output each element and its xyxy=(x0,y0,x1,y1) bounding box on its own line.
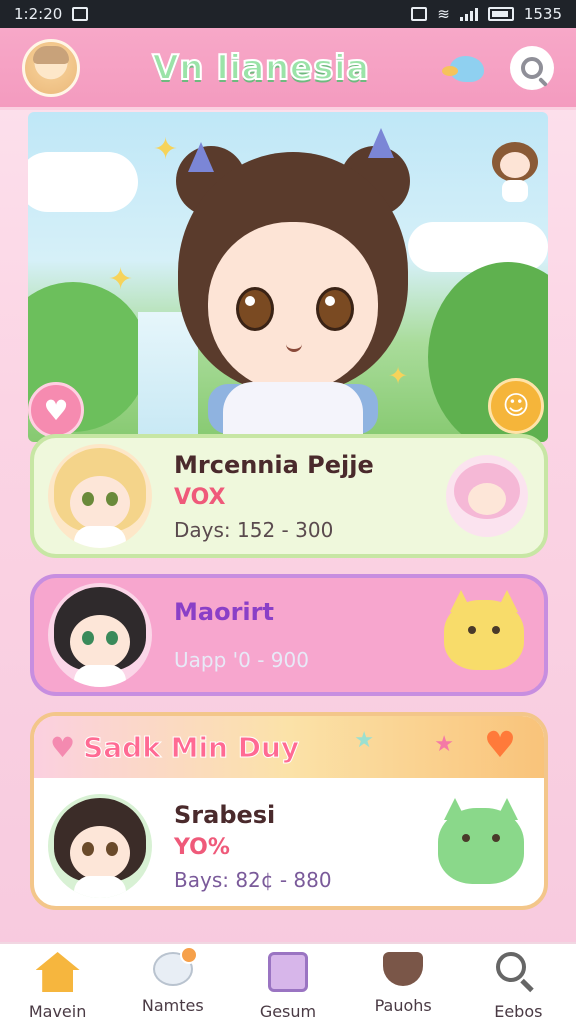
character-tag: VOX xyxy=(174,484,226,510)
yellow-cat-icon xyxy=(444,590,524,670)
heart-icon: ♥ xyxy=(483,725,517,766)
status-bar: 1:2:20 ≋ 1535 xyxy=(0,0,576,28)
featured-card[interactable]: ♥ Sadk Min Duy ★ ★ ♥ Srabesi YO% Bays: 8… xyxy=(30,712,548,910)
heart-icon: ♥ xyxy=(50,730,76,764)
profile-avatar[interactable] xyxy=(22,38,80,97)
notification-icon xyxy=(411,7,428,21)
character-eye xyxy=(316,287,354,331)
chibi-character[interactable] xyxy=(484,136,544,206)
nav-label: Mavein xyxy=(28,1002,87,1021)
character-card[interactable]: Maorirt Uapp '0 - 900 xyxy=(30,574,548,696)
character-days: Bays: 82¢ - 880 xyxy=(174,867,332,892)
cloud-illustration xyxy=(28,152,138,212)
search-icon xyxy=(520,56,543,79)
status-time: 1:2:20 xyxy=(14,5,63,23)
star-icon: ★ xyxy=(354,728,374,753)
nav-item-book[interactable]: Gesum xyxy=(233,944,343,1021)
banner-title: Sadk Min Duy xyxy=(83,730,300,764)
signal-icon xyxy=(459,7,478,21)
nav-item-messages[interactable]: Namtes xyxy=(118,944,228,1015)
character-name: Srabesi xyxy=(174,800,276,829)
pink-chibi-icon xyxy=(446,455,528,537)
home-icon xyxy=(35,952,80,992)
nav-label: Pauohs xyxy=(374,996,432,1015)
character-tag xyxy=(174,632,444,640)
nav-label: Gesum xyxy=(259,1002,317,1021)
battery-icon xyxy=(487,7,514,21)
heart-icon[interactable]: ♥ xyxy=(28,382,84,438)
battery-level: 1535 xyxy=(523,5,562,23)
bottom-nav: Mavein Namtes Gesum Pauohs Eebos xyxy=(0,942,576,1024)
character-tag: YO% xyxy=(174,834,230,860)
gallery-icon xyxy=(72,7,89,21)
reward-badge-icon[interactable]: ☺ xyxy=(488,378,544,434)
bird-icon[interactable] xyxy=(441,50,490,86)
nav-label: Eebos xyxy=(494,1002,543,1021)
character-portrait xyxy=(48,794,152,898)
character-name: Maorirt xyxy=(174,598,274,626)
character-bow xyxy=(368,128,394,158)
nav-item-search[interactable]: Eebos xyxy=(463,944,573,1021)
nav-item-shop[interactable]: Pauohs xyxy=(348,944,458,1015)
star-icon: ★ xyxy=(434,732,454,757)
featured-banner: ♥ Sadk Min Duy ★ ★ ♥ xyxy=(34,716,544,778)
app-header: Vn Iianesia xyxy=(0,28,576,110)
cup-icon xyxy=(383,952,424,986)
search-button[interactable] xyxy=(509,45,554,90)
notification-badge xyxy=(179,946,198,964)
character-eye xyxy=(236,287,274,331)
wifi-icon: ≋ xyxy=(437,5,450,23)
nav-item-home[interactable]: Mavein xyxy=(3,944,113,1021)
sparkle-icon: ✦ xyxy=(388,362,409,390)
character-days: Days: 152 - 300 xyxy=(174,517,334,542)
character-days: Uapp '0 - 900 xyxy=(174,648,309,672)
sparkle-icon: ✦ xyxy=(108,262,134,297)
search-icon xyxy=(496,952,540,992)
character-card[interactable]: Mrcennia Pejje VOX Days: 152 - 300 xyxy=(30,434,548,558)
book-icon xyxy=(267,952,308,992)
nav-label: Namtes xyxy=(141,996,204,1015)
app-title: Vn Iianesia xyxy=(151,47,370,89)
character-portrait xyxy=(48,583,152,687)
character-shirt xyxy=(223,382,363,442)
sparkle-icon: ✦ xyxy=(153,132,179,167)
character-portrait xyxy=(48,444,152,548)
green-cat-icon xyxy=(438,798,524,884)
hero-banner[interactable]: ✦ ✦ ✦ xyxy=(28,112,548,442)
character-name: Mrcennia Pejje xyxy=(174,450,374,479)
